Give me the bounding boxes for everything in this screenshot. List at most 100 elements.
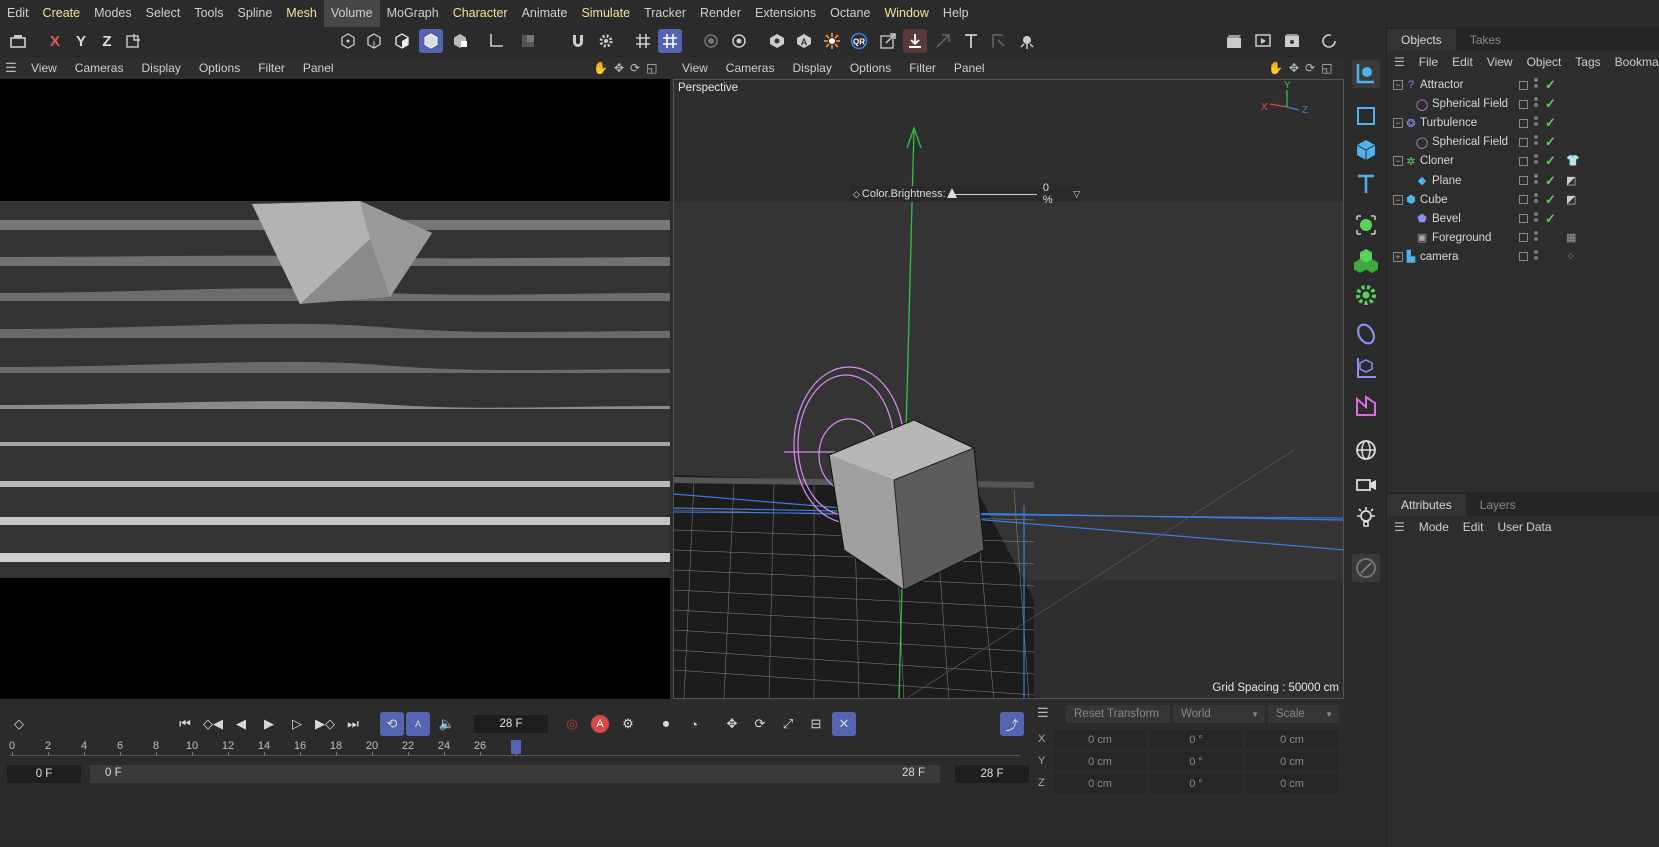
- z-pos-field[interactable]: 0 cm: [1054, 774, 1146, 793]
- menu-item-render[interactable]: Render: [693, 0, 748, 27]
- corner-icon[interactable]: [987, 29, 1011, 53]
- menu-item-create[interactable]: Create: [36, 0, 88, 27]
- square-primitive-icon[interactable]: [1352, 102, 1380, 130]
- camera-tool-icon[interactable]: [1352, 60, 1380, 88]
- object-row-plane[interactable]: ◆ Plane ✓ ◩: [1387, 171, 1659, 191]
- visibility-dots[interactable]: [1534, 230, 1538, 245]
- layer-toggle[interactable]: [1519, 252, 1528, 262]
- object-name[interactable]: Cloner: [1420, 155, 1454, 167]
- viewport-menu-display[interactable]: Display: [783, 61, 840, 75]
- loop-button[interactable]: ⟲: [380, 712, 404, 736]
- mode-dropdown[interactable]: Scale ▼: [1268, 705, 1339, 723]
- y-axis-lock-button[interactable]: Y: [69, 29, 93, 53]
- object-name[interactable]: Attractor: [1420, 79, 1463, 91]
- viewport-menu-options[interactable]: Options: [190, 61, 249, 75]
- layer-toggle[interactable]: [1519, 156, 1528, 166]
- clapper-icon[interactable]: [1222, 29, 1246, 53]
- render-queue-icon[interactable]: [1280, 29, 1304, 53]
- menu-icon[interactable]: ☰: [1387, 520, 1412, 534]
- menu-item-select[interactable]: Select: [139, 0, 188, 27]
- keyframe-settings-icon[interactable]: ⚙: [616, 712, 640, 736]
- enabled-check-icon[interactable]: ✓: [1545, 77, 1556, 93]
- object-name[interactable]: Cube: [1420, 194, 1448, 206]
- z-scale-field[interactable]: 0 cm: [1246, 774, 1338, 793]
- timeline-graph-icon[interactable]: ⤴: [1000, 712, 1024, 736]
- next-frame-button[interactable]: ▷: [285, 712, 309, 736]
- go-to-end-button[interactable]: ⏭: [341, 712, 365, 736]
- text-t-icon[interactable]: [959, 29, 983, 53]
- enabled-check-icon[interactable]: ✓: [1545, 211, 1556, 227]
- menu-item-character[interactable]: Character: [446, 0, 515, 27]
- visibility-dots[interactable]: [1534, 173, 1538, 188]
- gear-icon[interactable]: [594, 29, 618, 53]
- camera-label[interactable]: Perspective: [678, 82, 738, 94]
- visibility-dots[interactable]: [1534, 135, 1538, 149]
- frame-range-slider[interactable]: 0 F 28 F: [90, 765, 940, 783]
- tab-objects[interactable]: Objects: [1387, 29, 1456, 51]
- viewport-menu-cameras[interactable]: Cameras: [717, 61, 784, 75]
- enabled-check-icon[interactable]: ✓: [1545, 96, 1556, 112]
- visibility-dots[interactable]: [1534, 192, 1538, 207]
- qr-icon[interactable]: QR: [847, 29, 871, 53]
- hud-slider-track[interactable]: [946, 188, 1037, 200]
- x-rot-field[interactable]: 0 °: [1150, 730, 1242, 749]
- object-row-attractor[interactable]: −? Attractor ✓: [1387, 75, 1659, 95]
- uvw-tag-icon[interactable]: ◩: [1566, 174, 1580, 188]
- bug-icon[interactable]: [1015, 29, 1039, 53]
- arrow-icon[interactable]: [931, 29, 955, 53]
- go-to-start-button[interactable]: ⏮: [173, 712, 197, 736]
- menu-item-octane[interactable]: Octane: [823, 0, 877, 27]
- menu-item-modes[interactable]: Modes: [87, 0, 139, 27]
- attributes-menu-edit[interactable]: Edit: [1456, 520, 1491, 534]
- menu-item-spline[interactable]: Spline: [231, 0, 280, 27]
- menu-item-mograph[interactable]: MoGraph: [380, 0, 446, 27]
- hud-slider-handle[interactable]: [946, 188, 957, 198]
- menu-item-help[interactable]: Help: [936, 0, 976, 27]
- expand-toggle[interactable]: −: [1393, 80, 1403, 90]
- undo-view-icon[interactable]: [6, 29, 30, 53]
- camera-rig-icon[interactable]: [1352, 470, 1380, 498]
- polygons-mode-icon[interactable]: [390, 29, 414, 53]
- menu-icon[interactable]: ☰: [1037, 705, 1049, 721]
- object-name[interactable]: Plane: [1432, 175, 1461, 187]
- object-row-spherical-field[interactable]: ◯ Spherical Field ✓: [1387, 132, 1659, 152]
- viewport-menu-panel[interactable]: Panel: [945, 61, 994, 75]
- tab-takes[interactable]: Takes: [1456, 29, 1515, 51]
- tab-layers[interactable]: Layers: [1466, 494, 1530, 516]
- points-mode-icon[interactable]: [336, 29, 360, 53]
- visibility-dots[interactable]: [1534, 211, 1538, 226]
- object-row-cloner[interactable]: − ✲ Cloner ✓ 👕: [1387, 151, 1659, 171]
- axis-mode-icon[interactable]: [484, 29, 508, 53]
- keyframe-diamond-icon[interactable]: ◇: [853, 189, 860, 200]
- visibility-dots[interactable]: [1534, 116, 1538, 130]
- menu-icon[interactable]: ☰: [0, 60, 22, 76]
- viewport-menu-display[interactable]: Display: [132, 61, 189, 75]
- enabled-check-icon[interactable]: ✓: [1545, 115, 1556, 131]
- move-key-icon[interactable]: ✥: [720, 712, 744, 736]
- object-row-spherical-field[interactable]: ◯ Spherical Field ✓: [1387, 94, 1659, 114]
- texture-mode-icon[interactable]: [448, 29, 472, 53]
- field-tool-icon[interactable]: [1352, 392, 1380, 420]
- rotate-view-icon[interactable]: ⟳: [1305, 61, 1315, 75]
- layer-toggle[interactable]: [1519, 80, 1528, 90]
- maximize-view-icon[interactable]: ◱: [646, 61, 657, 75]
- viewport-menu-filter[interactable]: Filter: [900, 61, 945, 75]
- layer-toggle[interactable]: [1519, 195, 1528, 205]
- viewport-menu-panel[interactable]: Panel: [294, 61, 343, 75]
- light-icon[interactable]: [1352, 504, 1380, 532]
- object-name[interactable]: Bevel: [1432, 213, 1461, 225]
- scale-key-icon[interactable]: ⤢: [776, 712, 800, 736]
- target-tag-icon[interactable]: ⁘: [1566, 250, 1580, 264]
- tab-attributes[interactable]: Attributes: [1387, 494, 1466, 516]
- deformer-icon[interactable]: [1352, 320, 1380, 348]
- objects-menu-tags[interactable]: Tags: [1568, 55, 1607, 69]
- objects-menu-object[interactable]: Object: [1520, 55, 1569, 69]
- world-axis-icon[interactable]: [121, 29, 145, 53]
- uvw-tag-icon[interactable]: ◩: [1566, 193, 1580, 207]
- object-row-bevel[interactable]: ⬟ Bevel ✓: [1387, 209, 1659, 229]
- previous-key-button[interactable]: ◇◀: [201, 712, 225, 736]
- refresh-icon[interactable]: [1317, 29, 1341, 53]
- objects-menu-bookmarks[interactable]: Bookmarks: [1608, 55, 1659, 69]
- rotate-view-icon[interactable]: ⟳: [630, 61, 640, 75]
- keyframe-diamond-button[interactable]: ◇: [7, 712, 31, 736]
